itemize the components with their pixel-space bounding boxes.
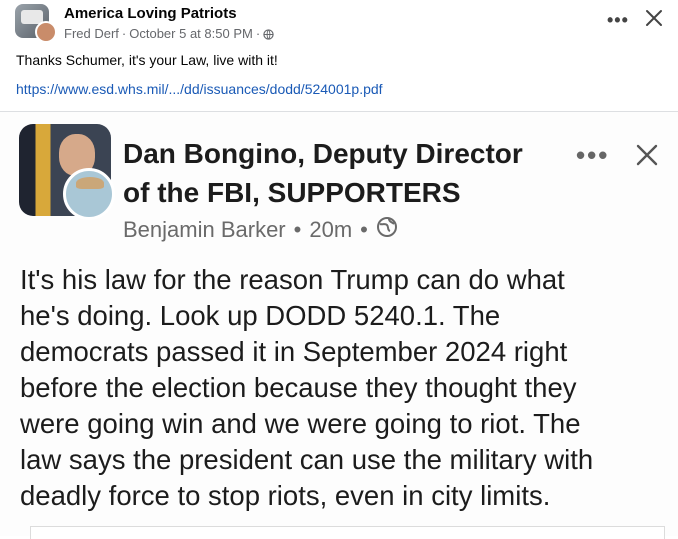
- body-line: were going win and we were going to riot…: [20, 408, 581, 439]
- shared-post-body: It's his law for the reason Trump can do…: [20, 262, 670, 514]
- group-avatar[interactable]: [15, 4, 57, 44]
- body-line: before the election because they thought…: [20, 372, 577, 403]
- globe-icon: [376, 216, 398, 244]
- shared-group-title-line2: of the FBI, SUPPORTERS: [123, 177, 461, 208]
- body-line: deadly force to stop riots, even in city…: [20, 480, 551, 511]
- shared-group-title-line1: Dan Bongino, Deputy Director: [123, 138, 523, 169]
- body-line: law says the president can use the milit…: [20, 444, 594, 475]
- shared-close-icon: [635, 143, 659, 167]
- shared-meta-dot: •: [360, 217, 368, 242]
- post-caption: Thanks Schumer, it's your Law, live with…: [16, 52, 278, 68]
- body-line: It's his law for the reason Trump can do…: [20, 264, 565, 295]
- shared-post-meta: Benjamin Barker • 20m •: [123, 216, 398, 244]
- author-avatar[interactable]: [35, 21, 57, 43]
- meta-separator: ·: [121, 26, 127, 41]
- author-name[interactable]: Fred Derf: [64, 26, 119, 41]
- post-meta: Fred Derf · October 5 at 8:50 PM ·: [64, 26, 274, 41]
- post-timestamp[interactable]: October 5 at 8:50 PM: [129, 26, 253, 41]
- shared-post-time: 20m: [309, 217, 353, 242]
- facebook-post: America Loving Patriots Fred Derf · Octo…: [0, 0, 678, 539]
- body-line: he's doing. Look up DODD 5240.1. The: [20, 300, 501, 331]
- body-line: democrats passed it in September 2024 ri…: [20, 336, 568, 367]
- globe-icon: [263, 28, 274, 40]
- shared-meta-dot: •: [293, 217, 302, 242]
- shared-more-options-icon: •••: [576, 140, 610, 170]
- shared-author-name: Benjamin Barker: [123, 217, 286, 242]
- privacy-separator: ·: [255, 26, 261, 41]
- more-options-icon[interactable]: •••: [607, 10, 629, 31]
- bottom-card-edge: [30, 526, 665, 539]
- shared-author-avatar: [63, 168, 115, 220]
- post-link[interactable]: https://www.esd.whs.mil/.../dd/issuances…: [16, 81, 383, 97]
- group-name[interactable]: America Loving Patriots: [64, 5, 237, 22]
- close-icon[interactable]: [644, 8, 664, 28]
